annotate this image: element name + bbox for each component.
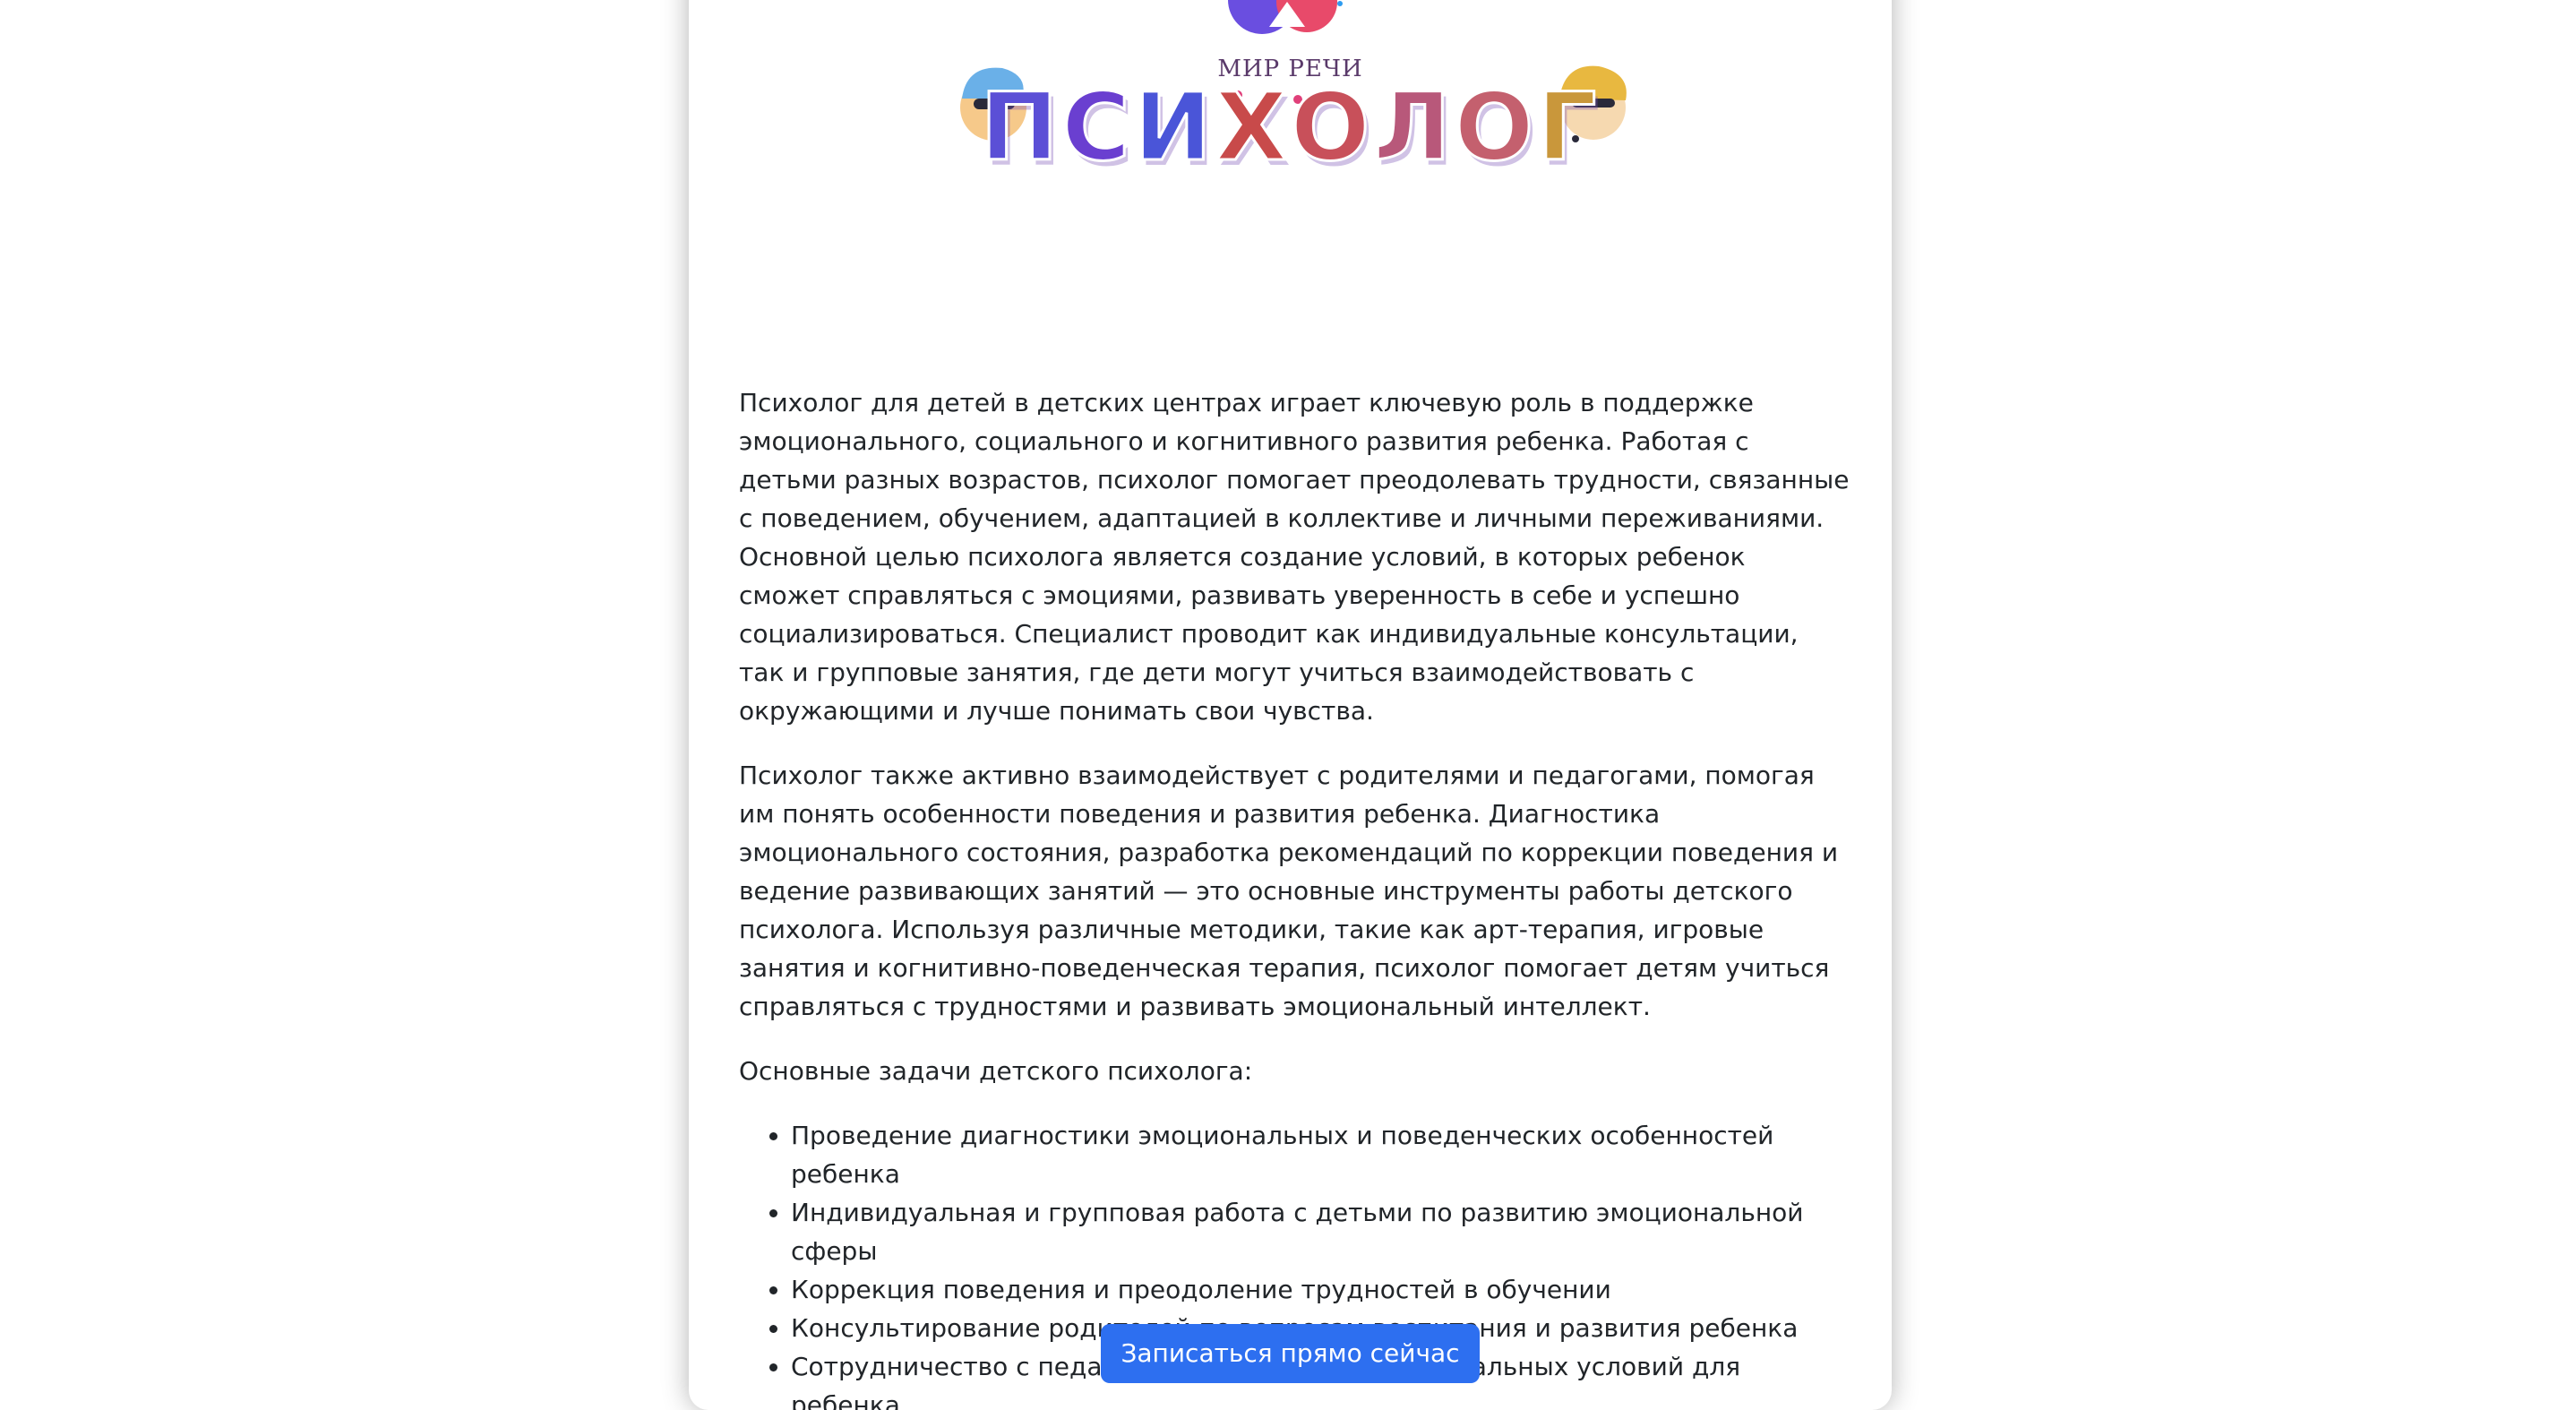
logo-letter: Г — [1536, 73, 1601, 182]
logo-dot — [1337, 1, 1343, 6]
logo-letter: И — [1132, 73, 1215, 182]
logo-letter: О — [1290, 73, 1374, 182]
logo-letter: П — [979, 73, 1062, 182]
parents-paragraph: Психолог также активно взаимодействует с… — [739, 761, 1839, 1021]
cta-container: Записаться прямо сейчас — [689, 1324, 1892, 1383]
book-now-button[interactable]: Записаться прямо сейчас — [1101, 1324, 1480, 1383]
logo-word: ПСИХОЛОГ — [689, 74, 1892, 179]
list-item: Индивидуальная и групповая работа с деть… — [791, 1193, 1850, 1270]
list-item: Проведение диагностики эмоциональных и п… — [791, 1116, 1850, 1193]
content-card: МИР РЕЧИ ПСИХОЛОГ Психолог для детей в д… — [689, 0, 1892, 1410]
main-content: Психолог для детей в детских центрах игр… — [739, 383, 1850, 1410]
logo-letter: Л — [1372, 73, 1455, 182]
logo-letter: О — [1453, 73, 1538, 182]
list-item: Коррекция поведения и преодоление трудно… — [791, 1270, 1850, 1309]
intro-paragraph: Психолог для детей в детских центрах игр… — [739, 388, 1850, 726]
psychologist-logo: МИР РЕЧИ ПСИХОЛОГ — [689, 0, 1892, 233]
logo-letter: Х — [1214, 73, 1292, 182]
tasks-heading: Основные задачи детского психолога: — [739, 1056, 1253, 1086]
logo-letter: С — [1060, 73, 1134, 182]
